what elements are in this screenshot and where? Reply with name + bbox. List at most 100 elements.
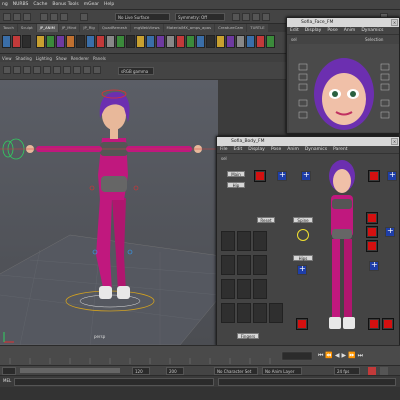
live-surface-dropdown[interactable]: No Live Surface bbox=[115, 13, 170, 21]
shelf-tool-icon[interactable] bbox=[56, 35, 65, 48]
time-slider[interactable]: ⏮ ⏪ ◀ ▶ ⏩ ⏭ bbox=[0, 345, 400, 365]
perspective-viewport[interactable]: persp bbox=[0, 80, 218, 345]
menu-item[interactable]: ng bbox=[2, 2, 8, 7]
character-set-dropdown[interactable]: No Character Set bbox=[214, 367, 258, 375]
last-frame-icon[interactable]: ⏭ bbox=[358, 352, 363, 360]
panel-menu-panels[interactable]: Panels bbox=[93, 56, 106, 61]
finger-slot[interactable] bbox=[253, 279, 267, 299]
shelf-tool-icon[interactable] bbox=[46, 35, 55, 48]
select-tool-icon[interactable] bbox=[3, 13, 11, 21]
xray-icon[interactable] bbox=[262, 13, 270, 21]
finger-slot[interactable] bbox=[253, 255, 267, 275]
panel-menu-renderer[interactable]: Renderer bbox=[71, 56, 89, 61]
snap-point-icon[interactable] bbox=[60, 13, 68, 21]
play-icon[interactable]: ▶ bbox=[342, 352, 347, 360]
panel-menu-view[interactable]: View bbox=[2, 56, 12, 61]
body-menu-parent[interactable]: Parent bbox=[333, 147, 347, 152]
fingers-button[interactable]: Fingers bbox=[237, 333, 259, 339]
shelf-tool-icon[interactable] bbox=[266, 35, 275, 48]
paint-tool-icon[interactable] bbox=[23, 13, 31, 21]
chest-control[interactable] bbox=[297, 229, 309, 241]
hip-button[interactable]: Hip bbox=[227, 182, 245, 188]
snap-curve-icon[interactable] bbox=[50, 13, 58, 21]
body-menu-dynamics[interactable]: Dynamics bbox=[305, 147, 327, 152]
auto-key-icon[interactable] bbox=[368, 367, 376, 375]
shelf-tool-icon[interactable] bbox=[66, 35, 75, 48]
tab-jp-mind[interactable]: JP_Mind bbox=[58, 24, 80, 32]
body-picker-figure[interactable] bbox=[315, 159, 369, 339]
tab-quadremesh[interactable]: QuadRemesh bbox=[98, 24, 131, 32]
ik-control-red[interactable] bbox=[368, 318, 380, 330]
prefs-icon[interactable] bbox=[380, 367, 388, 375]
finger-slot[interactable] bbox=[221, 303, 235, 323]
finger-slot[interactable] bbox=[253, 303, 267, 323]
lock-camera-icon[interactable] bbox=[13, 66, 21, 74]
range-handle[interactable] bbox=[20, 368, 120, 373]
render-icon[interactable] bbox=[80, 13, 88, 21]
finger-slot[interactable] bbox=[237, 255, 251, 275]
camera-icon[interactable] bbox=[3, 66, 11, 74]
prev-key-icon[interactable]: ⏪ bbox=[325, 352, 332, 360]
shelf-tool-icon[interactable] bbox=[246, 35, 255, 48]
playback-start-field[interactable]: 120 bbox=[132, 367, 150, 375]
camera-icon[interactable] bbox=[242, 13, 250, 21]
reset-button[interactable]: Reset bbox=[257, 217, 275, 223]
close-icon[interactable]: × bbox=[391, 19, 398, 26]
face-picker-view[interactable] bbox=[289, 44, 399, 132]
color-space-dropdown[interactable]: sRGB gamma bbox=[118, 67, 154, 75]
bookmark-icon[interactable] bbox=[23, 66, 31, 74]
tab-jp-rig[interactable]: JP_Rig bbox=[80, 24, 98, 32]
ik-control-red[interactable] bbox=[382, 318, 394, 330]
command-input[interactable] bbox=[14, 378, 214, 386]
finger-slot[interactable] bbox=[237, 231, 251, 251]
fps-dropdown[interactable]: 24 fps bbox=[334, 367, 360, 375]
symmetry-dropdown[interactable]: Symmetry: Off bbox=[175, 13, 225, 21]
shelf-tool-icon[interactable] bbox=[12, 35, 21, 48]
panel-menu-lighting[interactable]: Lighting bbox=[36, 56, 52, 61]
face-tab-label[interactable]: sel bbox=[291, 37, 297, 42]
tab-jp-anim[interactable]: JP_ANIM bbox=[36, 24, 58, 32]
shelf-tool-icon[interactable] bbox=[176, 35, 185, 48]
tab-creaturecam[interactable]: CreatureCam bbox=[215, 24, 247, 32]
fk-control-blue[interactable] bbox=[385, 226, 395, 237]
tab-materialmx[interactable]: MaterialMX_amps_apas bbox=[163, 24, 215, 32]
menu-item[interactable]: Bonus Tools bbox=[52, 2, 78, 7]
next-key-icon[interactable]: ⏩ bbox=[348, 352, 355, 360]
shelf-tool-icon[interactable] bbox=[96, 35, 105, 48]
panel-menu-show[interactable]: Show bbox=[56, 56, 67, 61]
fk-control-blue[interactable] bbox=[369, 260, 379, 271]
fk-control-blue[interactable] bbox=[277, 170, 287, 181]
shelf-tool-icon[interactable] bbox=[22, 35, 31, 48]
fk-control-blue[interactable] bbox=[301, 170, 311, 181]
body-menu-edit[interactable]: Edit bbox=[234, 147, 243, 152]
finger-slot[interactable] bbox=[221, 279, 235, 299]
finger-slot[interactable] bbox=[237, 303, 251, 323]
shelf-tool-icon[interactable] bbox=[206, 35, 215, 48]
ik-control-red[interactable] bbox=[366, 212, 378, 224]
isolate-icon[interactable] bbox=[93, 66, 101, 74]
fk-control-blue[interactable] bbox=[297, 264, 307, 275]
main-button[interactable]: Main bbox=[227, 171, 245, 177]
menu-item[interactable]: mGear bbox=[84, 2, 99, 7]
tab-mgwebviews[interactable]: mgWebViews bbox=[131, 24, 163, 32]
spine-button[interactable]: Spine bbox=[293, 217, 313, 223]
snap-grid-icon[interactable] bbox=[40, 13, 48, 21]
finger-slot[interactable] bbox=[221, 231, 235, 251]
tab-sculpt[interactable]: Sculpt bbox=[17, 24, 36, 32]
face-menu-dynamics[interactable]: Dynamics bbox=[361, 28, 383, 33]
shelf-tool-icon[interactable] bbox=[36, 35, 45, 48]
hip-control[interactable] bbox=[89, 185, 95, 191]
range-start-field[interactable] bbox=[2, 367, 16, 375]
face-menu-anim[interactable]: Anim bbox=[344, 28, 356, 33]
hip-control[interactable] bbox=[133, 185, 139, 191]
ik-control-red[interactable] bbox=[296, 318, 308, 330]
shelf-tool-icon[interactable] bbox=[116, 35, 125, 48]
shelf-tool-icon[interactable] bbox=[106, 35, 115, 48]
face-menu-display[interactable]: Display bbox=[305, 28, 322, 33]
shelf-tool-icon[interactable] bbox=[126, 35, 135, 48]
menu-item[interactable]: Help bbox=[104, 2, 114, 7]
shelf-tool-icon[interactable] bbox=[76, 35, 85, 48]
first-frame-icon[interactable]: ⏮ bbox=[318, 352, 323, 360]
playback-end-field[interactable]: 200 bbox=[166, 367, 184, 375]
panel-menu-shading[interactable]: Shading bbox=[16, 56, 32, 61]
